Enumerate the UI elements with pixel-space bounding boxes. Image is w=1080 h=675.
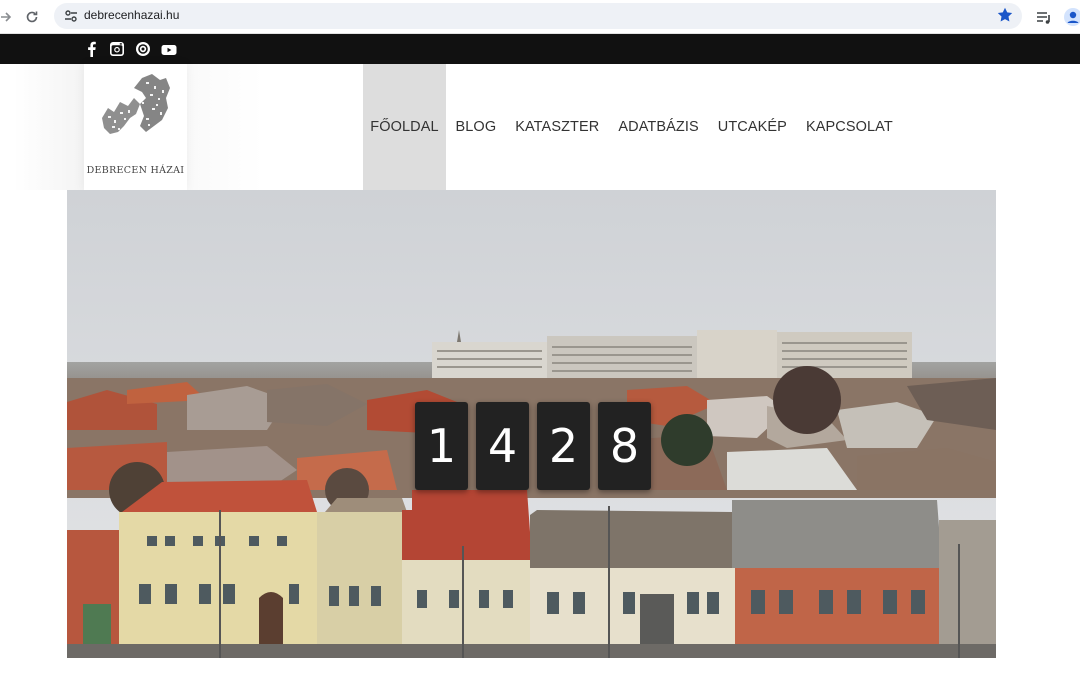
address-bar[interactable]: debrecenhazai.hu xyxy=(54,3,1022,29)
site-header: DEBRECEN HÁZAI FŐOLDAL BLOG KATASZTER AD… xyxy=(0,64,1080,190)
profile-icon[interactable] xyxy=(1063,7,1080,27)
menu-item-utcakep[interactable]: UTCAKÉP xyxy=(708,119,796,135)
main-menu: FŐOLDAL BLOG KATASZTER ADATBÁZIS UTCAKÉP… xyxy=(363,64,902,190)
city-map-logo-icon xyxy=(102,74,170,134)
menu-item-fooldal[interactable]: FŐOLDAL xyxy=(363,119,446,135)
counter-digit: 8 xyxy=(598,402,651,490)
site-logo[interactable]: DEBRECEN HÁZAI xyxy=(84,64,187,190)
forward-icon[interactable] xyxy=(0,7,16,27)
menu-item-blog[interactable]: BLOG xyxy=(446,119,506,135)
url-text[interactable]: debrecenhazai.hu xyxy=(84,8,179,22)
house-counter: 1 4 2 8 xyxy=(415,402,651,490)
social-bar xyxy=(0,34,1080,64)
logo-text: DEBRECEN HÁZAI xyxy=(86,165,185,176)
counter-digit: 4 xyxy=(476,402,529,490)
hero-banner: 1 4 2 8 xyxy=(67,190,996,658)
reload-icon[interactable] xyxy=(22,7,42,27)
counter-digit: 1 xyxy=(415,402,468,490)
browser-toolbar: debrecenhazai.hu xyxy=(0,0,1080,34)
youtube-icon[interactable] xyxy=(161,42,177,58)
counter-digit: 2 xyxy=(537,402,590,490)
site-info-icon[interactable] xyxy=(62,7,80,25)
target-icon[interactable] xyxy=(135,41,151,57)
menu-item-adatbazis[interactable]: ADATBÁZIS xyxy=(609,119,708,135)
instagram-icon[interactable] xyxy=(109,41,125,57)
facebook-icon[interactable] xyxy=(84,41,100,57)
menu-item-kataszter[interactable]: KATASZTER xyxy=(506,119,609,135)
media-queue-icon[interactable] xyxy=(1034,7,1054,27)
menu-item-kapcsolat[interactable]: KAPCSOLAT xyxy=(796,119,902,135)
bookmark-star-icon[interactable] xyxy=(996,6,1014,24)
